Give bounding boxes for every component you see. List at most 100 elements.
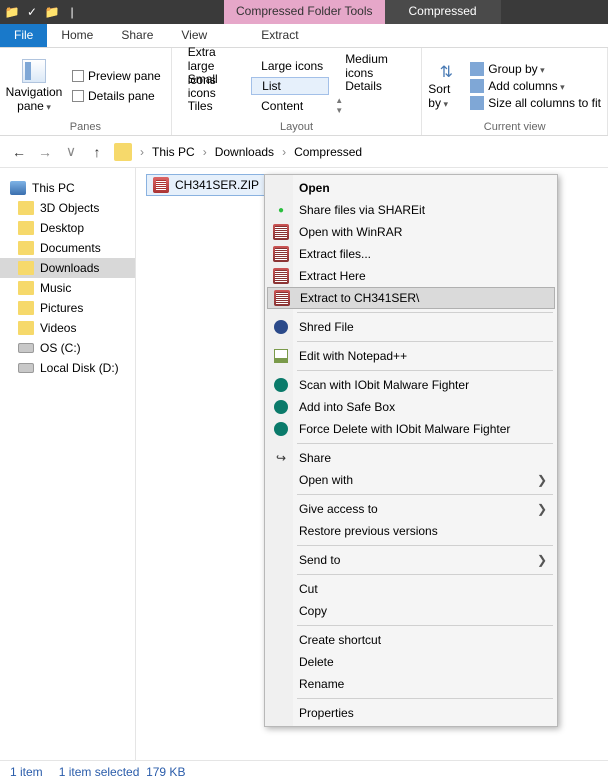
chevron-right-icon[interactable]: › <box>203 145 207 159</box>
folder-icon <box>18 301 34 315</box>
ribbon-group-layout: Extra large icons Large icons Medium ico… <box>172 48 423 135</box>
sidebar-item[interactable]: Documents <box>0 238 135 258</box>
breadcrumb-compressed[interactable]: Compressed <box>294 145 362 159</box>
folder-icon <box>114 143 132 161</box>
disk-icon <box>18 363 34 373</box>
layout-tiles[interactable]: Tiles <box>178 97 245 115</box>
chevron-right-icon: ❯ <box>537 502 547 516</box>
details-pane-button[interactable]: Details pane <box>68 88 165 104</box>
chevron-right-icon[interactable]: › <box>282 145 286 159</box>
folder-icon <box>18 281 34 295</box>
navigation-pane: This PC 3D Objects Desktop Documents Downloa… <box>0 168 136 760</box>
folder-icon <box>18 321 34 335</box>
sort-by-button[interactable]: ⇅ Sort by <box>428 52 464 119</box>
ribbon-tabs: File Home Share View Extract <box>0 24 608 48</box>
menu-safe-box[interactable]: Add into Safe Box <box>267 396 555 418</box>
menu-shred[interactable]: Shred File <box>267 316 555 338</box>
sidebar-item[interactable]: Local Disk (D:) <box>0 358 135 378</box>
group-icon <box>470 62 484 76</box>
sys-icons: 📁 ✓ 📁 | <box>0 0 84 24</box>
divider-icon: | <box>64 4 80 20</box>
tab-home[interactable]: Home <box>47 24 107 47</box>
tab-file[interactable]: File <box>0 24 47 47</box>
file-item[interactable]: CH341SER.ZIP <box>146 174 266 196</box>
chevron-right-icon[interactable]: › <box>140 145 144 159</box>
breadcrumb-downloads[interactable]: Downloads <box>215 145 274 159</box>
menu-copy[interactable]: Copy <box>267 600 555 622</box>
status-item-count: 1 item <box>10 765 43 779</box>
navigation-pane-button[interactable]: Navigation pane <box>6 52 62 119</box>
title-bar: 📁 ✓ 📁 | Compressed Folder Tools Compress… <box>0 0 608 24</box>
notepad-icon <box>274 349 288 363</box>
menu-give-access[interactable]: Give access to❯ <box>267 498 555 520</box>
preview-pane-button[interactable]: Preview pane <box>68 68 165 84</box>
tab-share[interactable]: Share <box>107 24 167 47</box>
menu-cut[interactable]: Cut <box>267 578 555 600</box>
menu-extract-here[interactable]: Extract Here <box>267 265 555 287</box>
folder-icon: 📁 <box>44 4 60 20</box>
sidebar-item-label: Documents <box>40 241 101 255</box>
sidebar-item[interactable]: Music <box>0 278 135 298</box>
status-selected: 1 item selected 179 KB <box>59 765 186 779</box>
contextual-tool-tab[interactable]: Compressed Folder Tools <box>224 0 385 24</box>
layout-medium[interactable]: Medium icons <box>335 57 415 75</box>
sidebar-item[interactable]: Desktop <box>0 218 135 238</box>
context-menu: Open Share files via SHAREit Open with W… <box>264 174 558 727</box>
sidebar-item[interactable]: Videos <box>0 318 135 338</box>
sidebar-item-label: Desktop <box>40 221 84 235</box>
chevron-right-icon: ❯ <box>537 473 547 487</box>
size-columns-button[interactable]: Size all columns to fit <box>470 96 601 110</box>
folder-icon <box>18 201 34 215</box>
layout-content[interactable]: Content <box>251 97 329 115</box>
sidebar-item[interactable]: OS (C:) <box>0 338 135 358</box>
menu-properties[interactable]: Properties <box>267 702 555 724</box>
ribbon-group-current-view: ⇅ Sort by Group by Add columns Size all … <box>422 48 608 135</box>
layout-list[interactable]: List <box>251 77 329 95</box>
shred-icon <box>274 320 288 334</box>
menu-send-to[interactable]: Send to❯ <box>267 549 555 571</box>
forward-button[interactable]: → <box>36 144 54 160</box>
add-columns-button[interactable]: Add columns <box>470 79 601 93</box>
layout-scroll[interactable]: ▲▼ <box>335 97 415 115</box>
winrar-icon <box>273 246 289 262</box>
menu-extract-files[interactable]: Extract files... <box>267 243 555 265</box>
file-list[interactable]: CH341SER.ZIP Open Share files via SHAREi… <box>136 168 608 760</box>
ribbon: Navigation pane Preview pane Details pan… <box>0 48 608 136</box>
up-button[interactable]: ↑ <box>88 144 106 160</box>
menu-open-winrar[interactable]: Open with WinRAR <box>267 221 555 243</box>
sidebar-item[interactable]: Downloads <box>0 258 135 278</box>
sidebar-item-label: 3D Objects <box>40 201 99 215</box>
menu-extract-to[interactable]: Extract to CH341SER\ <box>267 287 555 309</box>
menu-share[interactable]: Share <box>267 447 555 469</box>
file-name: CH341SER.ZIP <box>175 178 259 192</box>
navigation-pane-icon <box>22 59 46 83</box>
layout-large[interactable]: Large icons <box>251 57 329 75</box>
sidebar-item[interactable]: Pictures <box>0 298 135 318</box>
menu-shareit[interactable]: Share files via SHAREit <box>267 199 555 221</box>
breadcrumb-root[interactable]: This PC <box>152 145 195 159</box>
sidebar-item[interactable]: 3D Objects <box>0 198 135 218</box>
layout-details[interactable]: Details <box>335 77 415 95</box>
sidebar-item[interactable]: This PC <box>0 178 135 198</box>
menu-scan-iobit[interactable]: Scan with IObit Malware Fighter <box>267 374 555 396</box>
menu-open[interactable]: Open <box>267 177 555 199</box>
layout-small[interactable]: Small icons <box>178 77 245 95</box>
menu-separator <box>297 698 553 699</box>
menu-rename[interactable]: Rename <box>267 673 555 695</box>
menu-force-delete[interactable]: Force Delete with IObit Malware Fighter <box>267 418 555 440</box>
menu-notepad[interactable]: Edit with Notepad++ <box>267 345 555 367</box>
menu-delete[interactable]: Delete <box>267 651 555 673</box>
pc-icon <box>10 181 26 195</box>
menu-restore-versions[interactable]: Restore previous versions <box>267 520 555 542</box>
menu-separator <box>297 341 553 342</box>
menu-open-with[interactable]: Open with❯ <box>267 469 555 491</box>
recent-locations-button[interactable]: ∨ <box>62 143 80 160</box>
main-area: This PC 3D Objects Desktop Documents Downloa… <box>0 168 608 760</box>
back-button[interactable]: ← <box>10 144 28 160</box>
check-icon[interactable]: ✓ <box>24 4 40 20</box>
chevron-right-icon: ❯ <box>537 553 547 567</box>
sidebar-item-label: This PC <box>32 181 75 195</box>
menu-create-shortcut[interactable]: Create shortcut <box>267 629 555 651</box>
menu-separator <box>297 370 553 371</box>
group-by-button[interactable]: Group by <box>470 62 601 76</box>
